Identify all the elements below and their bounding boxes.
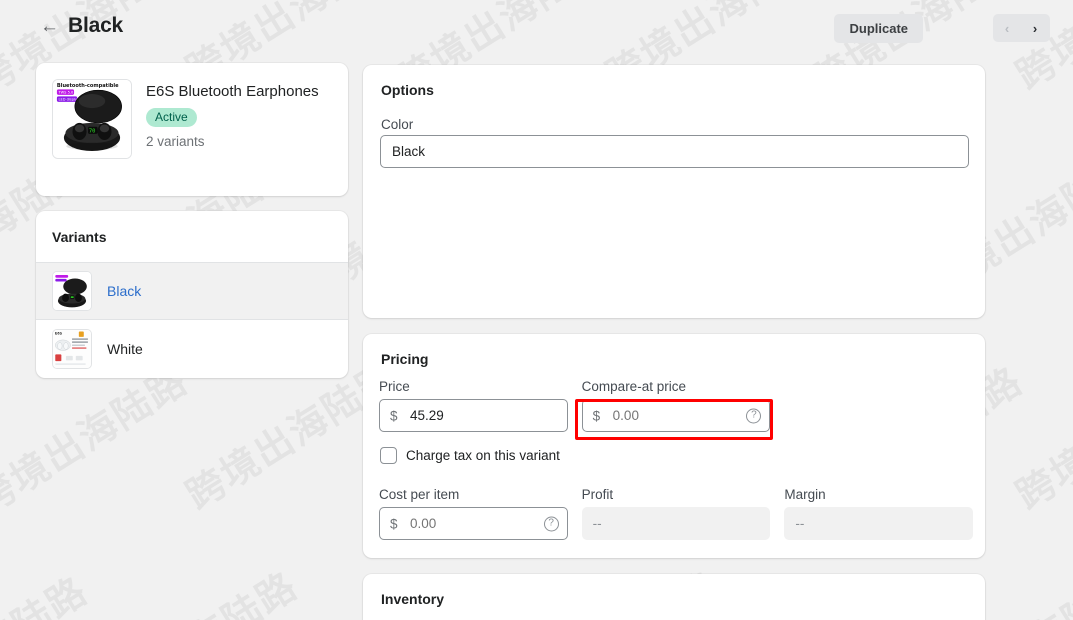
variant-thumbnail-white: E6S: [52, 328, 92, 369]
watermark-text: 跨境出海陆路: [1008, 353, 1073, 518]
watermark-text: 跨境出海陆路: [74, 556, 307, 620]
options-card: Options Color: [363, 65, 985, 318]
margin-label: Margin: [784, 487, 826, 502]
variant-count-text: 2 variants: [146, 134, 205, 149]
profit-value: --: [581, 507, 771, 540]
inventory-title: Inventory: [381, 591, 445, 607]
cost-per-item-label: Cost per item: [379, 487, 460, 502]
help-icon[interactable]: ?: [543, 516, 559, 531]
earbuds-white-icon: E6S: [53, 329, 91, 368]
chevron-left-icon[interactable]: ‹: [993, 14, 1021, 42]
variant-row-white[interactable]: E6S White: [36, 320, 348, 377]
variants-title: Variants: [36, 211, 348, 263]
product-summary-card: Bluetooth-compatible TWS 5.0 LED display…: [36, 63, 348, 196]
variant-label[interactable]: Black: [107, 283, 141, 299]
charge-tax-label[interactable]: Charge tax on this variant: [406, 448, 560, 463]
price-input[interactable]: [379, 399, 568, 432]
product-name: E6S Bluetooth Earphones: [146, 83, 319, 100]
profit-label: Profit: [581, 487, 614, 502]
svg-text:70: 70: [89, 129, 96, 135]
compare-at-price-label: Compare-at price: [581, 379, 686, 394]
variant-label[interactable]: White: [107, 341, 143, 357]
product-thumbnail[interactable]: Bluetooth-compatible TWS 5.0 LED display…: [52, 79, 132, 159]
duplicate-button[interactable]: Duplicate: [834, 14, 923, 43]
earbuds-black-image: Bluetooth-compatible TWS 5.0 LED display…: [53, 80, 131, 158]
inventory-card: Inventory: [363, 574, 985, 620]
page-root: 跨境出海陆路 跨境出海陆路 跨境出海陆路 跨境出海陆路 跨境出海陆路 跨境出海陆…: [0, 0, 1073, 620]
options-title: Options: [381, 82, 434, 98]
compare-at-price-field-group: Compare-at price $ ?: [581, 379, 771, 432]
help-icon[interactable]: ?: [746, 408, 762, 423]
variant-row-black[interactable]: Black: [36, 263, 348, 320]
margin-field-group: Margin --: [784, 487, 974, 540]
cost-per-item-field-group: Cost per item $ ?: [379, 487, 568, 540]
pricing-row-secondary: Cost per item $ ? Profit -- Margin --: [379, 487, 974, 540]
profit-field-group: Profit --: [581, 487, 771, 540]
top-bar: ← Black Duplicate ‹ ›: [0, 0, 1073, 53]
pricing-row-primary: Price $ Compare-at price $ ?: [379, 379, 973, 432]
chevron-right-icon[interactable]: ›: [1021, 14, 1049, 42]
pricing-title: Pricing: [381, 351, 429, 367]
price-field-group: Price $: [379, 379, 568, 432]
cost-per-item-input[interactable]: [379, 507, 568, 540]
compare-at-price-input[interactable]: [581, 399, 771, 432]
svg-text:E6S: E6S: [55, 331, 63, 335]
variants-card: Variants Black E6S White: [36, 211, 348, 378]
status-badge: Active: [146, 108, 197, 127]
margin-value: --: [784, 507, 974, 540]
color-label: Color: [381, 117, 414, 132]
pricing-spacer: [784, 379, 973, 432]
pricing-card: Pricing Price $ Compare-at price $ ?: [363, 334, 985, 558]
charge-tax-checkbox[interactable]: [380, 447, 397, 464]
watermark-text: 跨境出海陆路: [0, 561, 96, 620]
color-input[interactable]: [380, 135, 969, 168]
pagination-group: ‹ ›: [993, 14, 1050, 42]
svg-text:TWS 5.0: TWS 5.0: [57, 91, 74, 95]
svg-text:Bluetooth-compatible: Bluetooth-compatible: [57, 83, 119, 89]
charge-tax-row[interactable]: Charge tax on this variant: [380, 447, 560, 464]
product-info: E6S Bluetooth Earphones Active 2 variant…: [146, 80, 331, 149]
back-arrow-icon[interactable]: ←: [40, 16, 62, 38]
price-label: Price: [379, 379, 410, 394]
variant-thumbnail-black: [52, 271, 92, 311]
color-input-wrap: [380, 135, 969, 168]
earbuds-black-icon: [53, 272, 91, 310]
page-title: Black: [68, 14, 124, 37]
